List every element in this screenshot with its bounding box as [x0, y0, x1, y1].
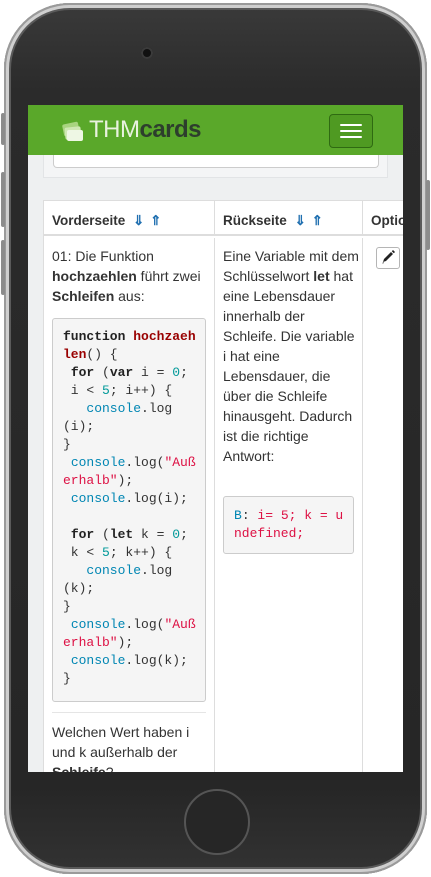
front-code-block: function hochzaeh len() { for (var i = 0…	[52, 318, 206, 702]
filter-panel	[43, 155, 388, 178]
sort-up-icon[interactable]: ⇑	[312, 213, 323, 228]
front-intro-text: 01: Die Funktion hochzaehlen führt zwei …	[52, 248, 201, 304]
pencil-icon	[382, 250, 395, 264]
navbar: THMcards	[28, 105, 403, 155]
mute-switch	[1, 113, 5, 145]
brand-name: THMcards	[89, 116, 202, 143]
column-label-back: Rückseite	[223, 213, 287, 228]
volume-up-button	[1, 172, 5, 227]
back-code-block: B: i= 5; k = u ndefined;	[223, 496, 354, 554]
brand-cards: cards	[139, 116, 202, 143]
power-button	[426, 180, 430, 250]
table-cell-back: Eine Variable mit dem Schlüsselwort let …	[215, 238, 363, 772]
screen: THMcards Vorderseite ⇓ ⇑ Rückseite ⇓ ⇑ O…	[28, 105, 403, 772]
front-question-text: Welchen Wert haben i und k außerhalb der…	[52, 724, 190, 772]
edit-card-button[interactable]	[376, 247, 400, 269]
volume-down-button	[1, 240, 5, 295]
sort-down-icon[interactable]: ⇓	[133, 213, 144, 228]
menu-toggle-button[interactable]	[329, 114, 373, 148]
column-header-options: Optio	[363, 200, 403, 236]
cards-logo-icon	[62, 121, 83, 141]
sort-down-icon[interactable]: ⇓	[295, 213, 306, 228]
table-cell-options	[363, 238, 403, 772]
column-header-back[interactable]: Rückseite ⇓ ⇑	[215, 200, 363, 236]
sort-up-icon[interactable]: ⇑	[150, 213, 161, 228]
front-camera-icon	[141, 47, 153, 59]
table-cell-front: 01: Die Funktion hochzaehlen führt zwei …	[44, 238, 215, 772]
main-content: Vorderseite ⇓ ⇑ Rückseite ⇓ ⇑ Optio 01: …	[28, 155, 403, 772]
column-header-front[interactable]: Vorderseite ⇓ ⇑	[44, 200, 215, 236]
home-button[interactable]	[184, 789, 250, 855]
column-label-front: Vorderseite	[52, 213, 126, 228]
brand-thm: THM	[89, 116, 140, 143]
front-divider	[52, 712, 206, 713]
back-answer-text: Eine Variable mit dem Schlüsselwort let …	[223, 248, 359, 464]
cards-table: Vorderseite ⇓ ⇑ Rückseite ⇓ ⇑ Optio 01: …	[43, 200, 403, 772]
search-input[interactable]	[53, 155, 379, 168]
column-label-options: Optio	[371, 213, 403, 228]
